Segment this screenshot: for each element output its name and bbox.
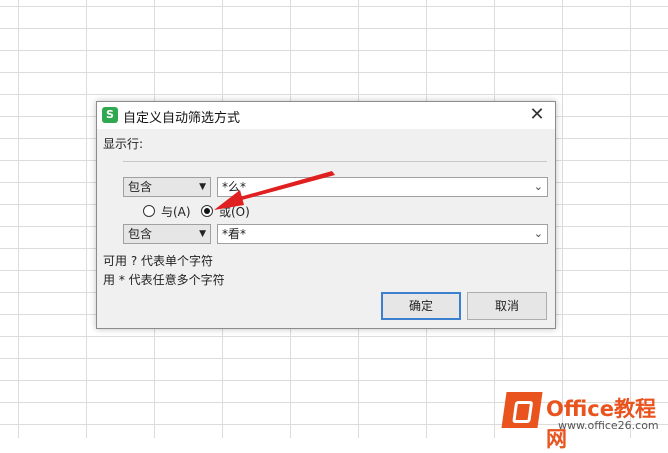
red-arrow-icon: [236, 171, 335, 201]
office-logo-icon: [501, 392, 543, 428]
watermark-url: www.office26.com: [558, 419, 659, 432]
red-arrowhead-icon: [214, 190, 244, 210]
annotation-arrow: [214, 171, 335, 210]
office26-watermark: Office教程网 www.office26.com: [498, 388, 666, 451]
